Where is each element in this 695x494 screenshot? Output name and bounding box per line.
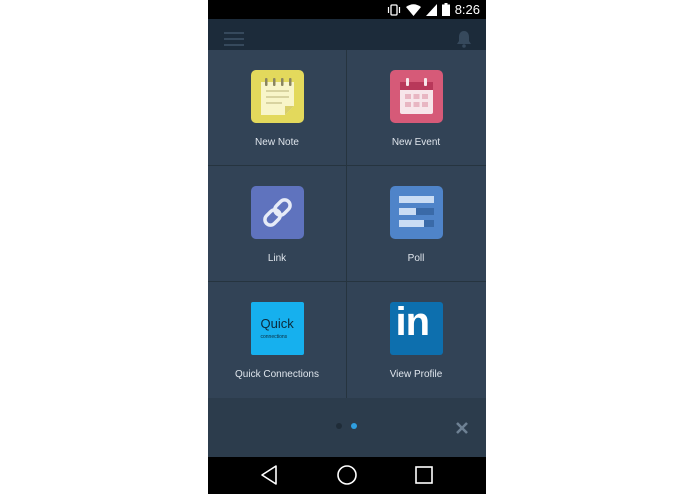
quick-icon-subtext: connections	[260, 334, 288, 340]
link-icon	[250, 186, 304, 239]
page-dot-2[interactable]	[351, 423, 357, 429]
vibrate-icon	[387, 3, 400, 16]
poll-tile[interactable]: Poll	[347, 166, 485, 281]
quick-connections-icon: Quick connections	[250, 302, 304, 355]
note-icon	[250, 70, 304, 123]
quick-icon-text: Quick	[260, 316, 294, 331]
tile-label: Link	[267, 253, 287, 264]
tile-label: New Note	[255, 137, 299, 148]
bottom-panel	[208, 398, 486, 457]
linkedin-icon: in	[389, 302, 443, 355]
status-time: 8:26	[454, 2, 480, 17]
linkedin-icon-text: in	[395, 302, 431, 344]
recents-icon[interactable]	[414, 464, 434, 486]
close-icon[interactable]	[456, 422, 468, 434]
view-profile-tile[interactable]: in View Profile	[347, 282, 485, 397]
status-bar: 8:26	[208, 0, 486, 19]
tile-label: New Event	[391, 137, 441, 148]
link-tile[interactable]: Link	[208, 166, 346, 281]
wifi-icon	[405, 3, 421, 16]
navigation-bar	[208, 457, 486, 494]
new-event-tile[interactable]: New Event	[347, 50, 485, 165]
tile-label: Quick Connections	[235, 369, 319, 380]
battery-icon	[441, 3, 450, 16]
page-dot-1[interactable]	[336, 423, 342, 429]
quick-connections-tile[interactable]: Quick connections Quick Connections	[208, 282, 346, 397]
app-bar	[208, 19, 486, 50]
home-icon[interactable]	[336, 464, 358, 486]
page-indicator	[336, 423, 357, 429]
tile-label: View Profile	[389, 369, 443, 380]
bell-icon[interactable]	[456, 30, 472, 48]
action-grid: New Note New Event Link Poll Quick conne…	[208, 50, 486, 398]
tile-label: Poll	[407, 253, 425, 264]
back-icon[interactable]	[259, 464, 279, 486]
menu-icon[interactable]	[224, 32, 244, 46]
poll-icon	[389, 186, 443, 239]
calendar-icon	[389, 70, 443, 123]
new-note-tile[interactable]: New Note	[208, 50, 346, 165]
signal-icon	[425, 3, 437, 16]
phone-screen: 8:26 New Note New Event Link Poll Quick …	[208, 0, 486, 494]
